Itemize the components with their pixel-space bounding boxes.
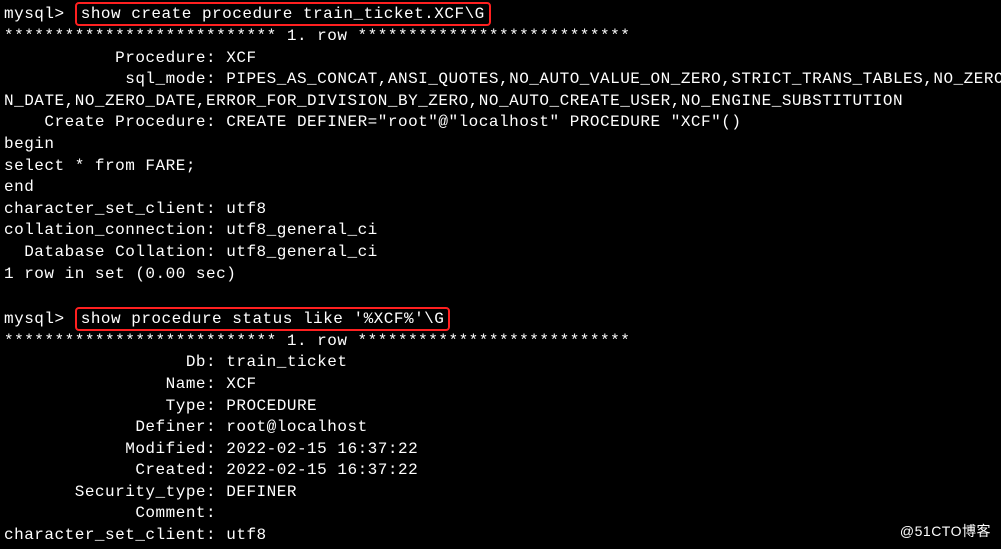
highlighted-command-1: show create procedure train_ticket.XCF\G xyxy=(75,2,491,26)
name-label: Name: xyxy=(4,375,216,393)
sql-mode-line-b: N_DATE,NO_ZERO_DATE,ERROR_FOR_DIVISION_B… xyxy=(4,91,997,113)
blank-line xyxy=(4,285,997,307)
highlighted-command-2: show procedure status like '%XCF%'\G xyxy=(75,307,451,331)
procedure-line: Procedure: XCF xyxy=(4,48,997,70)
modified-line: Modified: 2022-02-15 16:37:22 xyxy=(4,439,997,461)
type-value: PROCEDURE xyxy=(216,397,317,415)
definer-value: root@localhost xyxy=(216,418,368,436)
charset-client-label: character_set_client: xyxy=(4,200,216,218)
database-collation-line: Database Collation: utf8_general_ci xyxy=(4,242,997,264)
prompt-line-2[interactable]: mysql> show procedure status like '%XCF%… xyxy=(4,307,997,331)
row-separator-1: *************************** 1. row *****… xyxy=(4,26,997,48)
proc-body-begin: begin xyxy=(4,134,997,156)
create-procedure-value: CREATE DEFINER="root"@"localhost" PROCED… xyxy=(216,113,741,131)
database-collation-label: Database Collation: xyxy=(4,243,216,261)
type-line: Type: PROCEDURE xyxy=(4,396,997,418)
modified-value: 2022-02-15 16:37:22 xyxy=(216,440,418,458)
charset-client-value: utf8 xyxy=(216,200,267,218)
modified-label: Modified: xyxy=(4,440,216,458)
collation-connection-label: collation_connection: xyxy=(4,221,216,239)
charset-client-label: character_set_client: xyxy=(4,526,216,544)
definer-label: Definer: xyxy=(4,418,216,436)
proc-body-end: end xyxy=(4,177,997,199)
sql-mode-label: sql_mode: xyxy=(4,70,216,88)
procedure-label: Procedure: xyxy=(4,49,216,67)
db-line: Db: train_ticket xyxy=(4,352,997,374)
name-value: XCF xyxy=(216,375,256,393)
charset-client-value: utf8 xyxy=(216,526,267,544)
created-value: 2022-02-15 16:37:22 xyxy=(216,461,418,479)
db-label: Db: xyxy=(4,353,216,371)
charset-client-line-2: character_set_client: utf8 xyxy=(4,525,997,547)
proc-body-select: select * from FARE; xyxy=(4,156,997,178)
comment-label: Comment: xyxy=(4,504,216,522)
mysql-prompt: mysql> xyxy=(4,310,65,328)
sql-mode-line-a: sql_mode: PIPES_AS_CONCAT,ANSI_QUOTES,NO… xyxy=(4,69,997,91)
collation-connection-value: utf8_general_ci xyxy=(216,221,378,239)
prompt-line-1[interactable]: mysql> show create procedure train_ticke… xyxy=(4,2,997,26)
charset-client-line-1: character_set_client: utf8 xyxy=(4,199,997,221)
comment-line: Comment: xyxy=(4,503,997,525)
collation-connection-line: collation_connection: utf8_general_ci xyxy=(4,220,997,242)
rows-in-set-line: 1 row in set (0.00 sec) xyxy=(4,264,997,286)
create-procedure-label: Create Procedure: xyxy=(4,113,216,131)
procedure-value: XCF xyxy=(216,49,256,67)
security-type-label: Security_type: xyxy=(4,483,216,501)
sql-mode-value-a: PIPES_AS_CONCAT,ANSI_QUOTES,NO_AUTO_VALU… xyxy=(216,70,1001,88)
type-label: Type: xyxy=(4,397,216,415)
created-label: Created: xyxy=(4,461,216,479)
name-line: Name: XCF xyxy=(4,374,997,396)
row-separator-2: *************************** 1. row *****… xyxy=(4,331,997,353)
watermark: @51CTO博客 xyxy=(900,522,991,541)
created-line: Created: 2022-02-15 16:37:22 xyxy=(4,460,997,482)
mysql-prompt: mysql> xyxy=(4,5,65,23)
create-procedure-line: Create Procedure: CREATE DEFINER="root"@… xyxy=(4,112,997,134)
security-type-line: Security_type: DEFINER xyxy=(4,482,997,504)
security-type-value: DEFINER xyxy=(216,483,297,501)
database-collation-value: utf8_general_ci xyxy=(216,243,378,261)
db-value: train_ticket xyxy=(216,353,347,371)
definer-line: Definer: root@localhost xyxy=(4,417,997,439)
